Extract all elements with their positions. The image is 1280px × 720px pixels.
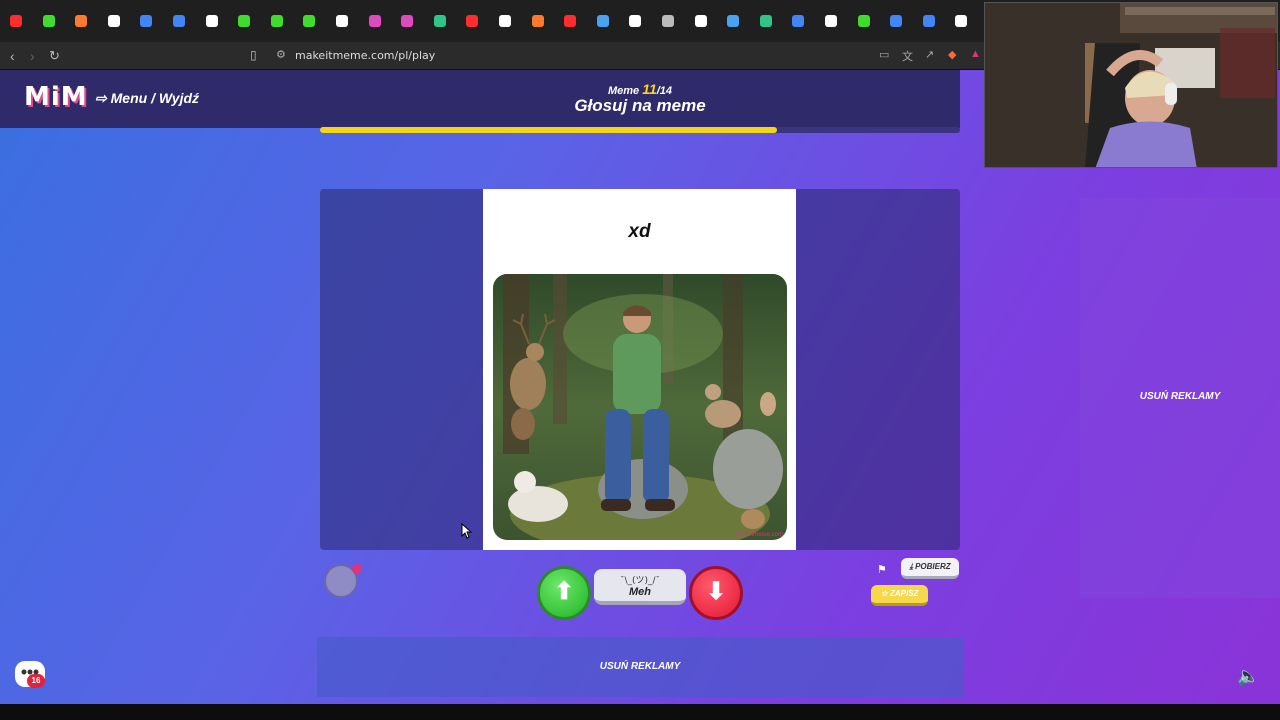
- browser-tab-favicon[interactable]: [955, 15, 968, 27]
- browser-tab-favicon[interactable]: [368, 15, 381, 27]
- browser-tab-favicon[interactable]: [727, 15, 740, 27]
- browser-tab-favicon[interactable]: [825, 15, 837, 27]
- cast-icon[interactable]: ▭: [879, 48, 889, 61]
- report-flag-icon[interactable]: ⚑: [877, 563, 887, 576]
- speaker-icon[interactable]: 🔈: [1237, 666, 1259, 687]
- browser-tab-favicon[interactable]: [922, 15, 935, 27]
- bottom-ad[interactable]: USUŃ REKLAMY: [317, 637, 963, 697]
- browser-tab-favicon[interactable]: [857, 15, 870, 27]
- brave-shield-icon[interactable]: ◆: [948, 48, 956, 61]
- arrow-down-icon: ⬇: [705, 578, 727, 605]
- browser-tab-favicon[interactable]: [336, 15, 348, 27]
- download-button[interactable]: ⤓ POBIERZ: [901, 558, 959, 579]
- browser-tab-favicon[interactable]: [531, 15, 544, 27]
- url-field[interactable]: makeitmeme.com/pl/play: [295, 49, 435, 62]
- browser-tab-favicon[interactable]: [205, 15, 218, 27]
- download-label: POBIERZ: [915, 562, 951, 571]
- browser-tab-favicon[interactable]: [75, 15, 88, 27]
- round-progress-bar: [320, 127, 960, 133]
- meme-watermark: makeitmeme.com: [735, 532, 783, 538]
- browser-tab-favicon[interactable]: [694, 15, 707, 27]
- taskbar-strip: [0, 704, 1280, 720]
- meh-label: Meh: [629, 586, 651, 598]
- remove-ads-link-side[interactable]: USUŃ REKLAMY: [1080, 391, 1280, 402]
- meme-card: xd makeitmeme.com: [483, 189, 796, 550]
- browser-tab-favicon[interactable]: [42, 15, 55, 27]
- mouse-cursor-icon: [461, 523, 473, 539]
- site-info-icon[interactable]: ⚙: [276, 48, 286, 61]
- rewards-icon[interactable]: ▲: [970, 48, 981, 60]
- browser-tab-favicon[interactable]: [890, 15, 903, 27]
- browser-tab-favicon[interactable]: [564, 15, 577, 27]
- browser-tab-favicon[interactable]: [401, 15, 414, 27]
- downvote-button[interactable]: ⬇: [689, 566, 743, 620]
- browser-tab-favicon[interactable]: [466, 15, 479, 27]
- shrug-emoticon: ¯\_(ツ)_/¯: [619, 576, 661, 586]
- save-label: ZAPISZ: [889, 589, 919, 598]
- back-icon[interactable]: ‹: [10, 48, 15, 64]
- streamer-webcam: [984, 2, 1278, 168]
- round-progress-fill: [320, 127, 777, 133]
- reaction-indicator: [352, 564, 362, 574]
- browser-tab-favicon[interactable]: [662, 15, 674, 27]
- browser-tab-favicon[interactable]: [173, 15, 185, 27]
- star-icon: ☆: [880, 589, 890, 598]
- meme-counter-current: 11: [642, 81, 657, 97]
- bookmark-icon[interactable]: ▯: [250, 48, 257, 62]
- browser-tab-favicon[interactable]: [303, 15, 316, 27]
- translate-icon[interactable]: 文: [902, 48, 913, 64]
- meme-image: makeitmeme.com: [493, 274, 787, 540]
- browser-tab-favicon[interactable]: [499, 15, 511, 27]
- browser-tab-favicon[interactable]: [107, 15, 120, 27]
- meme-caption: xd: [628, 221, 651, 242]
- forest-photo: [493, 274, 787, 540]
- upvote-button[interactable]: ⬆: [537, 566, 591, 620]
- browser-tab-favicon[interactable]: [238, 15, 251, 27]
- save-button[interactable]: ☆ ZAPISZ: [871, 585, 928, 606]
- browser-tab-favicon[interactable]: [433, 15, 446, 27]
- side-ad[interactable]: USUŃ REKLAMY: [1080, 198, 1280, 598]
- remove-ads-link-bottom[interactable]: USUŃ REKLAMY: [317, 661, 963, 672]
- browser-tab-favicon[interactable]: [10, 15, 22, 27]
- browser-tab-favicon[interactable]: [629, 15, 642, 27]
- chat-unread-badge: 16: [27, 674, 45, 688]
- arrow-up-icon: ⬆: [553, 578, 575, 605]
- reload-icon[interactable]: ↻: [49, 48, 60, 64]
- chat-button[interactable]: 16: [15, 661, 45, 688]
- share-icon[interactable]: ↗: [925, 48, 934, 61]
- reaction-avatar[interactable]: [324, 564, 362, 598]
- forward-icon[interactable]: ›: [30, 48, 35, 64]
- browser-tab-favicon[interactable]: [792, 15, 805, 27]
- meh-button[interactable]: ¯\_(ツ)_/¯ Meh: [594, 569, 686, 605]
- browser-tab-favicon[interactable]: [140, 15, 153, 27]
- browser-tab-favicon[interactable]: [759, 15, 772, 27]
- browser-tab-favicon[interactable]: [596, 15, 609, 27]
- browser-tab-favicon[interactable]: [270, 15, 283, 27]
- webcam-feed: [985, 3, 1277, 167]
